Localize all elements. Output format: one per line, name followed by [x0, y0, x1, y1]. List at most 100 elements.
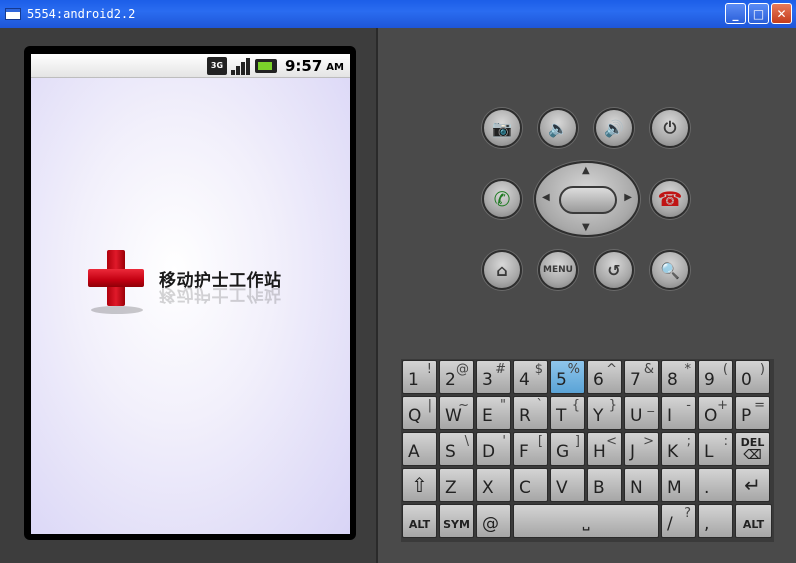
key-a[interactable]: A	[402, 432, 437, 466]
key-main-label: H	[593, 442, 606, 462]
key-h[interactable]: H <	[587, 432, 622, 466]
key-sym[interactable]: SYM	[439, 504, 474, 538]
menu-button[interactable]: MENU	[538, 250, 578, 290]
backspace-icon: ⌫	[743, 448, 762, 463]
key-o[interactable]: O +	[698, 396, 733, 430]
key-alt-left[interactable]: ALT	[402, 504, 437, 538]
key-b[interactable]: B	[587, 468, 622, 502]
key-g[interactable]: G]	[550, 432, 585, 466]
app-title-reflection: 移动护士工作站	[159, 284, 282, 304]
key-0[interactable]: 0)	[735, 360, 770, 394]
key-r[interactable]: R `	[513, 396, 548, 430]
maximize-button[interactable]: □	[748, 3, 769, 24]
key-5[interactable]: 5%	[550, 360, 585, 394]
minimize-button[interactable]: _	[725, 3, 746, 24]
key-j[interactable]: J >	[624, 432, 659, 466]
key-main-label: D	[482, 442, 496, 462]
key-8[interactable]: 8 *	[661, 360, 696, 394]
key-alt-right[interactable]: ALT	[735, 504, 772, 538]
key-z[interactable]: Z	[439, 468, 474, 502]
dpad-right-icon[interactable]: ▶	[624, 192, 632, 203]
key-s[interactable]: S \	[439, 432, 474, 466]
search-button[interactable]: 🔍	[650, 250, 690, 290]
key-main-label: 4	[519, 370, 530, 390]
key-secondary-label: ~	[458, 398, 469, 413]
key-secondary-label: _	[647, 398, 655, 413]
key-comma[interactable]: ,	[698, 504, 733, 538]
dpad[interactable]: ▲ ▼ ◀ ▶	[534, 161, 640, 237]
key-secondary-label: |	[427, 398, 432, 413]
key-w[interactable]: W ~	[439, 396, 474, 430]
key-delete[interactable]: DEL ⌫	[735, 432, 770, 466]
key-secondary-label: :	[723, 434, 728, 449]
device-screen[interactable]: 3G 9:57 AM 移动护士工作站 移动护士工作站	[31, 54, 350, 534]
key-period[interactable]: .	[698, 468, 733, 502]
key-main-label: A	[408, 442, 420, 462]
key-main-label: .	[704, 478, 710, 498]
volume-up-icon: 🔊	[604, 118, 624, 138]
dpad-up-icon[interactable]: ▲	[582, 165, 590, 176]
dpad-left-icon[interactable]: ◀	[542, 192, 550, 203]
key-shift[interactable]: ⇧	[402, 468, 437, 502]
key-c[interactable]: C	[513, 468, 548, 502]
key-main-label: S	[445, 442, 456, 462]
key-enter[interactable]: ↵	[735, 468, 770, 502]
key-secondary-label: \	[464, 434, 469, 449]
key-6[interactable]: 6 ^	[587, 360, 622, 394]
call-button[interactable]: ✆	[482, 179, 522, 219]
back-button[interactable]: ↺	[594, 250, 634, 290]
volume-down-button[interactable]: 🔈	[538, 108, 578, 148]
key-sym-label: SYM	[443, 518, 470, 531]
key-n[interactable]: N	[624, 468, 659, 502]
key-i[interactable]: I-	[661, 396, 696, 430]
key-m[interactable]: M	[661, 468, 696, 502]
key-slash[interactable]: /?	[661, 504, 696, 538]
key-space[interactable]: ␣	[513, 504, 659, 538]
key-l[interactable]: L:	[698, 432, 733, 466]
key-main-label: B	[593, 478, 605, 498]
key-9[interactable]: 9(	[698, 360, 733, 394]
status-ampm: AM	[326, 62, 344, 73]
key-f[interactable]: F[	[513, 432, 548, 466]
key-y[interactable]: Y}	[587, 396, 622, 430]
dpad-center-button[interactable]	[559, 186, 617, 214]
key-q[interactable]: Q |	[402, 396, 437, 430]
volume-up-button[interactable]: 🔊	[594, 108, 634, 148]
key-secondary-label: ^	[606, 362, 617, 377]
key-main-label: K	[667, 442, 679, 462]
home-button[interactable]: ⌂	[482, 250, 522, 290]
key-secondary-label: $	[534, 362, 543, 377]
key-2[interactable]: 2 @	[439, 360, 474, 394]
key-main-label: Q	[408, 406, 422, 426]
key-1[interactable]: 1!	[402, 360, 437, 394]
key-alt-right-label: ALT	[742, 518, 765, 531]
status-time: 9:57	[284, 56, 323, 75]
key-secondary-label: #	[495, 362, 506, 377]
key-k[interactable]: K;	[661, 432, 696, 466]
key-e[interactable]: E "	[476, 396, 511, 430]
dpad-down-icon[interactable]: ▼	[582, 222, 590, 233]
key-t[interactable]: T{	[550, 396, 585, 430]
camera-button[interactable]: 📷	[482, 108, 522, 148]
key-secondary-label: @	[456, 362, 469, 377]
key-p[interactable]: P =	[735, 396, 770, 430]
key-main-label: C	[519, 478, 531, 498]
close-button[interactable]: ✕	[771, 3, 792, 24]
key-u[interactable]: U _	[624, 396, 659, 430]
key-at[interactable]: @	[476, 504, 511, 538]
key-3[interactable]: 3 #	[476, 360, 511, 394]
key-7[interactable]: 7 &	[624, 360, 659, 394]
key-secondary-label: {	[571, 398, 580, 413]
signal-strength-icon	[230, 57, 251, 75]
key-4[interactable]: 4 $	[513, 360, 548, 394]
key-v[interactable]: V	[550, 468, 585, 502]
key-d[interactable]: D '	[476, 432, 511, 466]
key-x[interactable]: X	[476, 468, 511, 502]
power-button[interactable]: ⏻	[650, 108, 690, 148]
key-secondary-label: -	[686, 398, 691, 413]
key-main-label: X	[482, 478, 494, 498]
end-call-button[interactable]: ☎	[650, 179, 690, 219]
search-icon: 🔍	[660, 260, 680, 280]
key-comma-label: ,	[704, 514, 710, 534]
key-main-label: 7	[630, 370, 641, 390]
